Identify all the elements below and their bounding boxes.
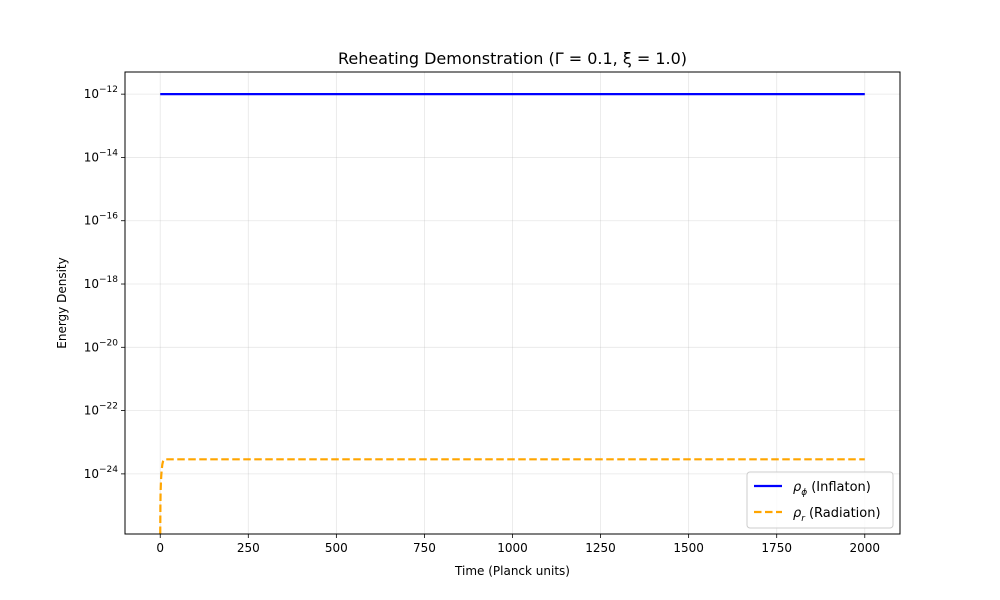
x-tick-label: 0: [156, 541, 164, 555]
chart: 0 250 500 750 1000 1250 1500 1750 2000 10−1210−1…: [0, 0, 1000, 600]
x-tick-label: 1500: [673, 541, 704, 555]
x-tick-label: 1250: [585, 541, 616, 555]
x-tick-label: 500: [325, 541, 348, 555]
chart-title: Reheating Demonstration (Γ = 0.1, ξ = 1.…: [338, 49, 687, 68]
legend: ρϕ (Inflaton)ρr (Radiation): [746, 471, 894, 529]
x-tick-label: 1750: [761, 541, 792, 555]
x-tick-label: 750: [413, 541, 436, 555]
x-tick-label: 2000: [849, 541, 880, 555]
x-tick-label: 1000: [497, 541, 528, 555]
y-axis-label: Energy Density: [55, 257, 69, 348]
x-tick-label: 250: [237, 541, 260, 555]
x-axis-label: Time (Planck units): [454, 564, 570, 578]
